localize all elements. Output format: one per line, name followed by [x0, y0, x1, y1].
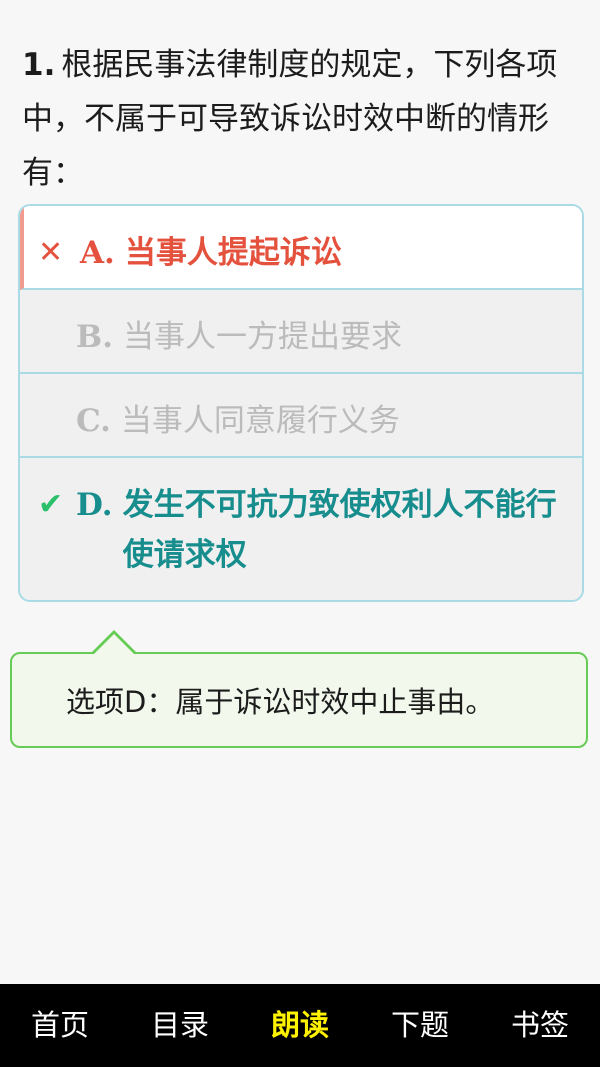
question-text: 根据民事法律制度的规定，下列各项中，不属于可导致诉讼时效中断的情形有： — [22, 47, 558, 191]
option-a[interactable]: ✕ A. 当事人提起诉讼 — [20, 206, 582, 290]
option-text: 当事人一方提出要求 — [123, 319, 402, 355]
nav-read-aloud-button[interactable]: 朗读 — [245, 984, 355, 1067]
option-letter: A. — [80, 235, 115, 271]
explanation-text: 选项D：属于诉讼时效中止事由。 — [66, 685, 495, 719]
option-b[interactable]: B. 当事人一方提出要求 — [20, 290, 582, 374]
option-letter: B. — [76, 319, 113, 355]
question-number: 1. — [22, 47, 56, 83]
nav-catalog-button[interactable]: 目录 — [125, 984, 235, 1067]
option-letter: C. — [76, 403, 111, 439]
explanation-pointer-fill — [93, 634, 135, 655]
nav-next-question-button[interactable]: 下题 — [365, 984, 475, 1067]
option-letter: D. — [76, 487, 113, 523]
correct-check-icon: ✔ — [38, 487, 64, 522]
option-c[interactable]: C. 当事人同意履行义务 — [20, 374, 582, 458]
bottom-nav-bar: 首页 目录 朗读 下题 书签 — [0, 984, 600, 1067]
quiz-screen: 1. 根据民事法律制度的规定，下列各项中，不属于可导致诉讼时效中断的情形有： ✕ … — [0, 0, 600, 1067]
question: 1. 根据民事法律制度的规定，下列各项中，不属于可导致诉讼时效中断的情形有： — [22, 38, 582, 200]
option-text: 当事人提起诉讼 — [124, 235, 342, 271]
option-text: 当事人同意履行义务 — [120, 403, 400, 439]
answer-options: ✕ A. 当事人提起诉讼 B. 当事人一方提出要求 C. 当事人同意履行义务 ✔… — [18, 204, 584, 602]
explanation-box: 选项D：属于诉讼时效中止事由。 — [10, 652, 588, 748]
option-text: 发生不可抗力致使权利人不能行使请求权 — [122, 487, 557, 573]
option-d[interactable]: ✔ D. 发生不可抗力致使权利人不能行使请求权 — [20, 458, 582, 600]
nav-bookmark-button[interactable]: 书签 — [485, 984, 595, 1067]
nav-home-button[interactable]: 首页 — [5, 984, 115, 1067]
wrong-x-icon: ✕ — [38, 235, 64, 270]
